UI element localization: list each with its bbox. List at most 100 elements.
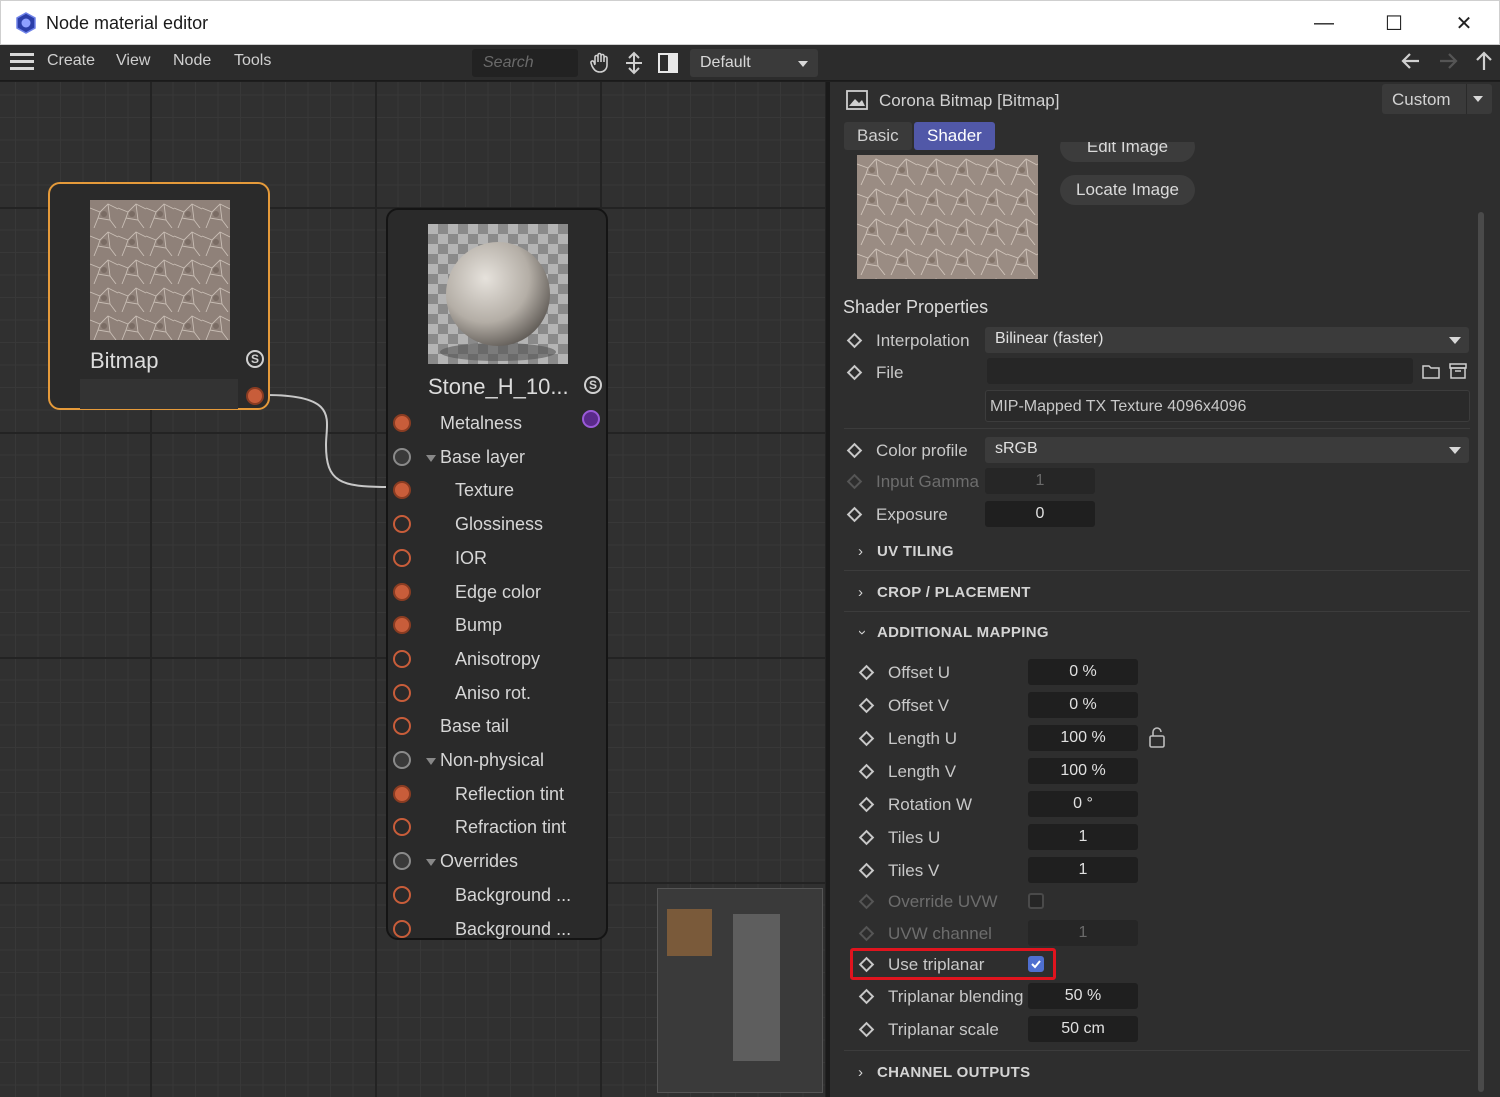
material-port-row[interactable]: Refraction tint	[388, 811, 606, 843]
input-port[interactable]	[393, 649, 411, 668]
material-port-row[interactable]: Aniso rot.	[388, 677, 606, 709]
search-input[interactable]: Search	[472, 49, 578, 77]
input-port[interactable]	[393, 683, 411, 702]
section-channel-outputs[interactable]: › CHANNEL OUTPUTS	[844, 1056, 1470, 1092]
menu-view[interactable]: View	[116, 52, 150, 70]
shader-s-icon[interactable]: S	[584, 376, 602, 394]
input-port[interactable]	[393, 548, 411, 567]
material-port-row[interactable]: Edge color	[388, 576, 606, 608]
material-port-row[interactable]: Anisotropy	[388, 643, 606, 675]
material-port-row[interactable]: Non-physical	[388, 744, 606, 776]
up-arrow-icon[interactable]	[1472, 49, 1496, 73]
expand-triangle-icon[interactable]	[426, 758, 436, 765]
keyframe-diamond-icon[interactable]	[846, 506, 863, 523]
maximize-button[interactable]: ☐	[1359, 1, 1429, 45]
input-port[interactable]	[393, 414, 411, 432]
tiles-u-field[interactable]: 1	[1028, 824, 1138, 850]
menu-tools[interactable]: Tools	[234, 52, 271, 70]
keyframe-diamond-icon[interactable]	[858, 664, 875, 681]
exposure-field[interactable]: 0	[985, 501, 1095, 527]
keyframe-diamond-icon[interactable]	[846, 442, 863, 459]
file-path-input[interactable]	[987, 358, 1413, 384]
bitmap-node[interactable]: Bitmap S	[48, 182, 270, 410]
forward-arrow-icon[interactable]	[1436, 49, 1460, 73]
input-port[interactable]	[393, 717, 411, 736]
menu-create[interactable]: Create	[47, 52, 95, 70]
keyframe-diamond-icon[interactable]	[858, 988, 875, 1005]
keyframe-diamond-icon[interactable]	[846, 364, 863, 381]
section-additional-mapping[interactable]: › ADDITIONAL MAPPING	[844, 616, 1470, 652]
tab-shader[interactable]: Shader	[914, 122, 995, 150]
input-port[interactable]	[393, 919, 411, 938]
triplanar-scale-field[interactable]: 50 cm	[1028, 1016, 1138, 1042]
material-port-row[interactable]: Bump	[388, 609, 606, 641]
hamburger-menu-icon[interactable]	[10, 53, 34, 71]
material-port-row[interactable]: Base layer	[388, 441, 606, 473]
material-port-row[interactable]: Metalness	[388, 407, 606, 439]
minimize-button[interactable]: —	[1289, 1, 1359, 45]
expand-triangle-icon[interactable]	[426, 859, 436, 867]
rotation-w-field[interactable]: 0 °	[1028, 791, 1138, 817]
expand-triangle-icon[interactable]	[426, 454, 436, 462]
canvas-minimap[interactable]	[657, 888, 823, 1093]
shader-s-icon[interactable]: S	[246, 350, 264, 368]
input-port[interactable]	[393, 582, 411, 601]
material-port-row[interactable]: Background ...	[388, 879, 606, 911]
material-port-row[interactable]: Background ...	[388, 913, 606, 945]
tiles-v-field[interactable]: 1	[1028, 857, 1138, 883]
back-arrow-icon[interactable]	[1399, 49, 1423, 73]
panel-scrollbar[interactable]	[1478, 212, 1484, 1092]
keyframe-diamond-icon[interactable]	[858, 1021, 875, 1038]
archive-icon[interactable]	[1448, 361, 1468, 381]
input-port[interactable]	[393, 885, 411, 904]
length-u-field[interactable]: 100 %	[1028, 725, 1138, 751]
input-port[interactable]	[393, 447, 411, 466]
bitmap-output-port[interactable]	[246, 387, 264, 405]
tiles-u-label: Tiles U	[888, 828, 941, 847]
menu-node[interactable]: Node	[173, 52, 211, 70]
folder-icon[interactable]	[1421, 361, 1441, 381]
section-crop-placement[interactable]: › CROP / PLACEMENT	[844, 576, 1470, 612]
fit-vertical-icon[interactable]	[622, 51, 646, 75]
material-port-row[interactable]: Base tail	[388, 710, 606, 742]
material-port-row[interactable]: Glossiness	[388, 508, 606, 540]
triplanar-blending-field[interactable]: 50 %	[1028, 983, 1138, 1009]
image-preview-thumbnail	[857, 155, 1038, 279]
keyframe-diamond-icon[interactable]	[858, 730, 875, 747]
preset-dropdown[interactable]: Custom	[1382, 84, 1492, 114]
color-profile-dropdown[interactable]: sRGB	[985, 437, 1469, 463]
input-port[interactable]	[393, 852, 411, 871]
close-button[interactable]: ✕	[1429, 1, 1499, 45]
panel-toggle-icon[interactable]	[656, 51, 680, 75]
interpolation-dropdown[interactable]: Bilinear (faster)	[985, 327, 1469, 353]
input-port[interactable]	[393, 751, 411, 769]
section-uv-tiling[interactable]: › UV TILING	[844, 535, 1470, 571]
keyframe-diamond-icon[interactable]	[858, 829, 875, 846]
material-port-row[interactable]: Texture	[388, 474, 606, 506]
edit-image-button[interactable]: Edit Image	[1060, 142, 1195, 162]
input-port[interactable]	[393, 515, 411, 534]
hand-pan-icon[interactable]	[588, 51, 612, 75]
input-port[interactable]	[393, 616, 411, 635]
keyframe-diamond-icon[interactable]	[858, 862, 875, 879]
input-port[interactable]	[393, 784, 411, 803]
keyframe-diamond-icon[interactable]	[846, 332, 863, 349]
length-v-field[interactable]: 100 %	[1028, 758, 1138, 784]
material-port-row[interactable]: IOR	[388, 542, 606, 574]
material-port-row[interactable]: Overrides	[388, 845, 606, 877]
keyframe-diamond-icon[interactable]	[858, 697, 875, 714]
locate-image-button[interactable]: Locate Image	[1060, 175, 1195, 205]
interpolation-value: Bilinear (faster)	[995, 330, 1104, 347]
keyframe-diamond-icon[interactable]	[858, 763, 875, 780]
use-triplanar-checkbox[interactable]	[1028, 956, 1044, 972]
tab-basic[interactable]: Basic	[844, 122, 912, 150]
offset-v-field[interactable]: 0 %	[1028, 692, 1138, 718]
keyframe-diamond-icon[interactable]	[858, 796, 875, 813]
layout-dropdown[interactable]: Default	[690, 49, 818, 77]
lock-icon[interactable]	[1147, 725, 1167, 749]
input-port[interactable]	[393, 481, 411, 500]
material-node[interactable]: Stone_H_10... S Metalness Base layer Textu…	[386, 208, 608, 940]
offset-u-field[interactable]: 0 %	[1028, 659, 1138, 685]
input-port[interactable]	[393, 818, 411, 837]
material-port-row[interactable]: Reflection tint	[388, 778, 606, 810]
